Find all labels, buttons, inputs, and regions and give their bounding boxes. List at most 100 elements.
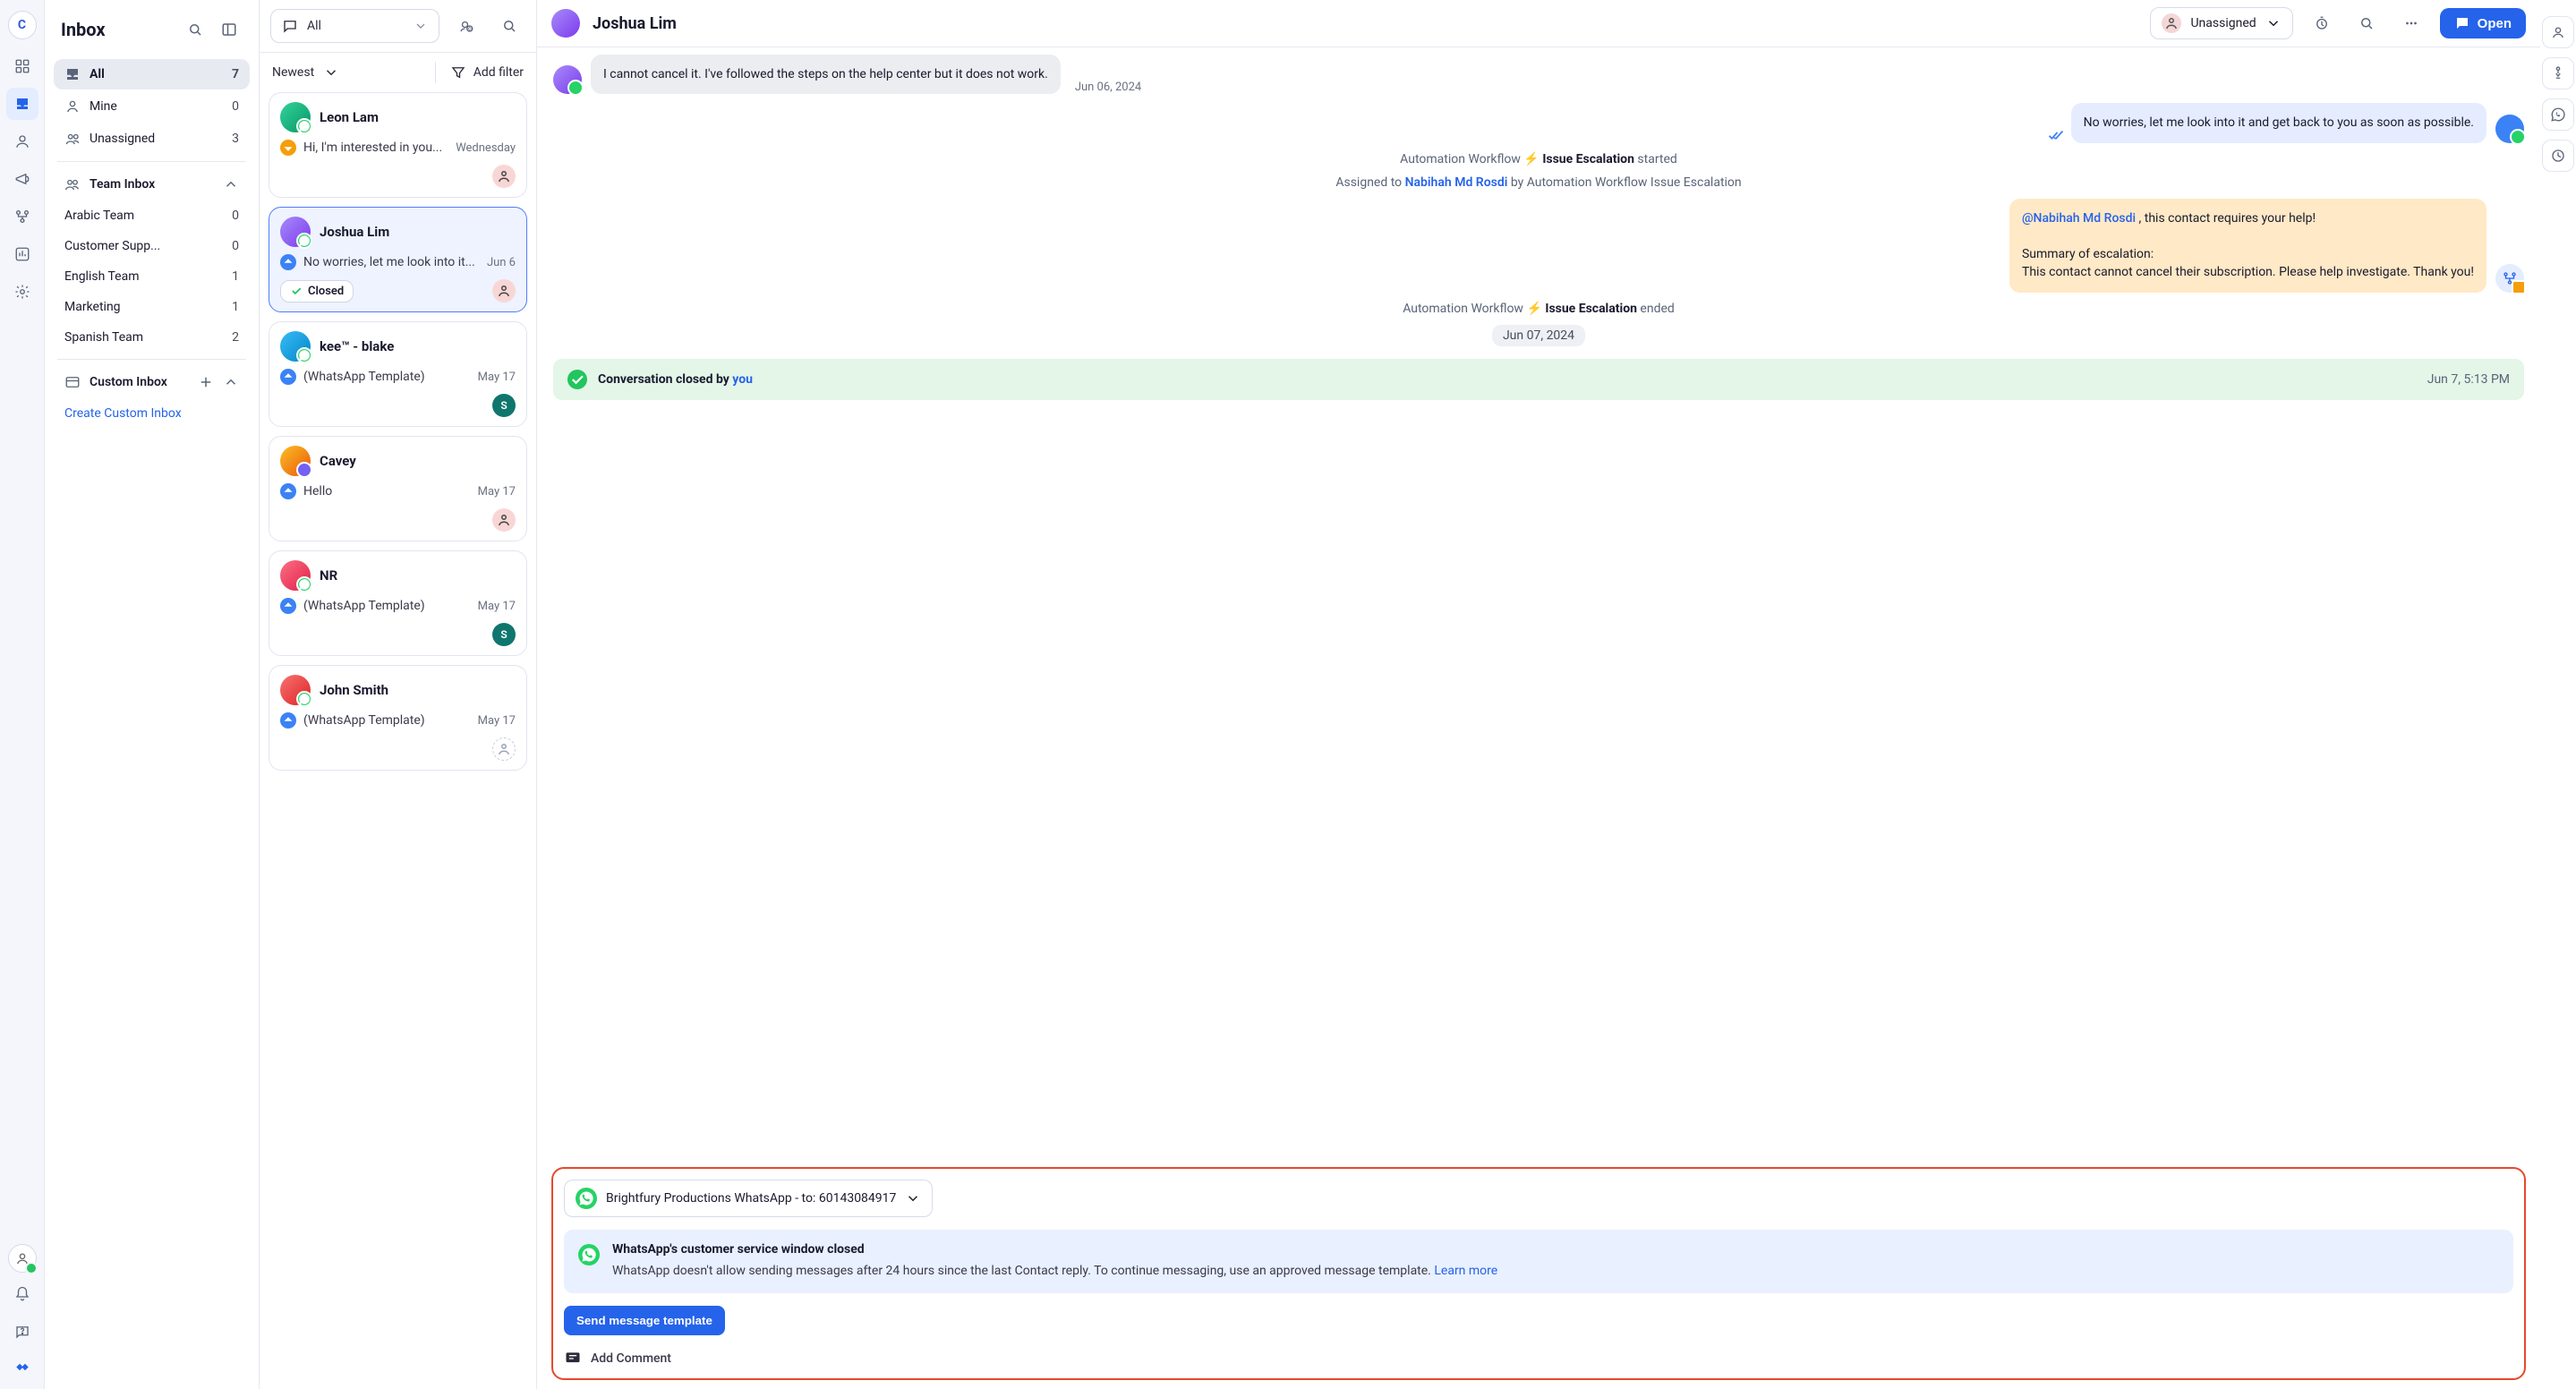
- open-chat-icon: [2454, 15, 2470, 31]
- mention-link[interactable]: @Nabihah Md Rosdi: [2022, 211, 2136, 226]
- message-preview: No worries, let me look into it...: [303, 255, 480, 269]
- assignee-avatar: [492, 279, 516, 303]
- message-time: May 17: [478, 600, 516, 613]
- contact-name: NR: [320, 567, 337, 584]
- snooze-icon[interactable]: [2306, 7, 2338, 39]
- message-preview: (WhatsApp Template): [303, 713, 471, 728]
- message-time: May 17: [478, 485, 516, 499]
- folder-unassigned[interactable]: Unassigned 3: [54, 124, 250, 154]
- broadcast-icon[interactable]: [6, 163, 38, 195]
- dashboard-icon[interactable]: [6, 50, 38, 82]
- system-event-workflow-started: Automation Workflow ⚡ Issue Escalation s…: [553, 152, 2524, 166]
- conversation-card[interactable]: NR (WhatsApp Template) May 17 S: [269, 550, 527, 656]
- learn-more-link[interactable]: Learn more: [1434, 1264, 1497, 1278]
- contact-avatar: [280, 560, 311, 591]
- check-circle-icon: [567, 370, 587, 389]
- sort-dropdown[interactable]: Newest: [272, 64, 421, 81]
- conversation-list: All Newest Add filter Leon Lam: [260, 0, 537, 1389]
- message-bubble: I cannot cancel it. I've followed the st…: [591, 55, 1061, 94]
- custom-inbox-header[interactable]: Custom Inbox: [54, 367, 250, 397]
- closed-timestamp: Jun 7, 5:13 PM: [2427, 372, 2510, 387]
- folder-mine[interactable]: Mine 0: [54, 91, 250, 122]
- whatsapp-badge-icon: [296, 118, 312, 134]
- team-customer-support[interactable]: Customer Supp...0: [54, 232, 250, 260]
- panel-toggle-icon[interactable]: [216, 16, 243, 43]
- outgoing-icon: [280, 483, 296, 499]
- team-arabic[interactable]: Arabic Team0: [54, 201, 250, 230]
- conversation-card[interactable]: kee™ - blake (WhatsApp Template) May 17 …: [269, 321, 527, 427]
- conversation-card[interactable]: Joshua Lim No worries, let me look into …: [269, 207, 527, 312]
- create-custom-inbox-link[interactable]: Create Custom Inbox: [54, 399, 250, 428]
- chevron-up-icon: [223, 176, 239, 192]
- team-inbox-header[interactable]: Team Inbox: [54, 169, 250, 200]
- outgoing-icon: [280, 369, 296, 385]
- team-english[interactable]: English Team1: [54, 262, 250, 291]
- assignee-link[interactable]: Nabihah Md Rosdi: [1405, 175, 1508, 190]
- contact-avatar: [280, 675, 311, 705]
- folder-all[interactable]: All 7: [54, 59, 250, 89]
- open-button[interactable]: Open: [2440, 8, 2526, 38]
- whatsapp-window-notice: WhatsApp's customer service window close…: [564, 1230, 2513, 1293]
- incoming-icon: [280, 140, 296, 156]
- outgoing-icon: [280, 712, 296, 729]
- conv-search-icon[interactable]: [2350, 7, 2383, 39]
- message-preview: Hi, I'm interested in you...: [303, 141, 448, 155]
- channel-selector[interactable]: Brightfury Productions WhatsApp - to: 60…: [564, 1180, 933, 1217]
- search-icon[interactable]: [182, 16, 209, 43]
- contact-avatar[interactable]: [551, 9, 580, 38]
- filter-dropdown[interactable]: All: [270, 9, 439, 43]
- activity-icon[interactable]: [2542, 140, 2574, 172]
- journey-icon[interactable]: [2542, 57, 2574, 89]
- list-search-icon[interactable]: [493, 10, 525, 42]
- inbox-title: Inbox: [61, 19, 175, 40]
- contact-avatar: [280, 446, 311, 476]
- assignee-dropdown[interactable]: Unassigned: [2150, 7, 2292, 39]
- conversation-card[interactable]: Cavey Hello May 17: [269, 436, 527, 541]
- team-marketing[interactable]: Marketing1: [54, 293, 250, 321]
- read-receipt-icon: [2048, 127, 2064, 143]
- filter-icon: [450, 64, 466, 81]
- whatsapp-badge-icon: [296, 347, 312, 363]
- contact-name: John Smith: [320, 682, 388, 698]
- composer-area: Brightfury Productions WhatsApp - to: 60…: [551, 1167, 2526, 1380]
- send-template-button[interactable]: Send message template: [564, 1306, 725, 1335]
- workspace-avatar[interactable]: C: [8, 11, 37, 39]
- team-spanish[interactable]: Spanish Team2: [54, 323, 250, 352]
- notifications-icon[interactable]: [6, 1278, 38, 1310]
- whatsapp-dock-icon[interactable]: [2542, 98, 2574, 131]
- settings-icon[interactable]: [6, 276, 38, 308]
- workflow-icon[interactable]: [6, 200, 38, 233]
- contacts-icon[interactable]: [6, 125, 38, 158]
- conversation-closed-banner: Conversation closed by you Jun 7, 5:13 P…: [553, 359, 2524, 400]
- contact-name: Joshua Lim: [320, 224, 389, 240]
- user-settings-icon[interactable]: [450, 10, 482, 42]
- add-icon[interactable]: [198, 374, 214, 390]
- chevron-down-icon: [323, 64, 339, 81]
- contact-avatar: [280, 217, 311, 247]
- automation-avatar: [2495, 264, 2524, 293]
- help-icon[interactable]: [6, 1316, 38, 1348]
- more-icon[interactable]: [2395, 7, 2427, 39]
- inbox-nav-icon[interactable]: [6, 88, 38, 120]
- contact-info-icon[interactable]: [2542, 16, 2574, 48]
- assignee-avatar: S: [492, 623, 516, 646]
- person-icon: [2162, 13, 2181, 33]
- presence-avatar[interactable]: [8, 1244, 37, 1273]
- chevron-down-icon: [905, 1190, 921, 1206]
- add-comment-button[interactable]: Add Comment: [564, 1348, 2513, 1368]
- closed-by-link[interactable]: you: [732, 372, 753, 387]
- viber-badge-icon: [296, 462, 312, 478]
- date-separator: Jun 07, 2024: [1492, 325, 1585, 346]
- comment-icon: [564, 1350, 582, 1368]
- assignee-avatar: S: [492, 394, 516, 417]
- assignee-placeholder: [492, 737, 516, 761]
- whatsapp-badge-icon: [296, 576, 312, 592]
- conversation-card[interactable]: John Smith (WhatsApp Template) May 17: [269, 665, 527, 771]
- conversation-card[interactable]: Leon Lam Hi, I'm interested in you... We…: [269, 92, 527, 198]
- system-event-assigned: Assigned to Nabihah Md Rosdi by Automati…: [553, 175, 2524, 190]
- add-filter-button[interactable]: Add filter: [450, 64, 524, 81]
- outgoing-message-row: No worries, let me look into it and get …: [553, 103, 2524, 142]
- notice-title: WhatsApp's customer service window close…: [612, 1242, 2499, 1257]
- outgoing-icon: [280, 254, 296, 270]
- reports-icon[interactable]: [6, 238, 38, 270]
